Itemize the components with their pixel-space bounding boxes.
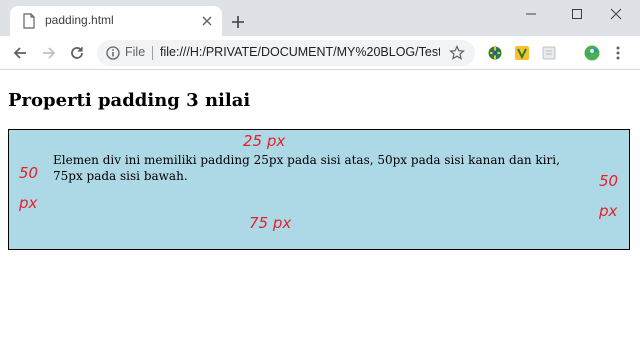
maximize-icon	[572, 9, 582, 19]
annotation-left-value: 50	[19, 164, 39, 182]
back-arrow-icon[interactable]	[12, 45, 28, 61]
new-tab-icon[interactable]	[230, 14, 246, 30]
close-window-button[interactable]	[594, 0, 640, 30]
annotation-bottom-padding: 75 px	[249, 214, 292, 232]
info-icon[interactable]	[106, 46, 120, 60]
close-tab-icon[interactable]	[200, 14, 214, 28]
browser-toolbar: File file:///H:/PRIVATE/DOCUMENT/MY%20BL…	[0, 36, 640, 70]
profile-avatar-icon[interactable]	[584, 45, 600, 61]
page-heading: Properti padding 3 nilai	[8, 90, 251, 111]
annotation-left-unit: px	[19, 194, 38, 212]
reload-icon[interactable]	[69, 45, 85, 61]
tab-strip: padding.html	[0, 0, 640, 36]
demo-box-text: Elemen div ini memiliki padding 25px pad…	[53, 153, 560, 183]
annotation-right-value: 50	[599, 172, 619, 190]
padding-demo-box: Elemen div ini memiliki padding 25px pad…	[8, 129, 630, 250]
scheme-label: File	[125, 45, 146, 59]
bookmark-star-icon[interactable]	[449, 45, 465, 61]
extension-green-icon[interactable]	[487, 45, 503, 61]
browser-tab[interactable]: padding.html	[10, 6, 222, 36]
minimize-button[interactable]	[509, 0, 555, 30]
address-bar[interactable]: File file:///H:/PRIVATE/DOCUMENT/MY%20BL…	[97, 40, 475, 66]
extension-v-icon[interactable]	[514, 45, 530, 61]
minimize-icon	[526, 13, 536, 15]
document-icon	[23, 13, 35, 29]
annotation-right-unit: px	[599, 202, 618, 220]
forward-arrow-icon[interactable]	[41, 45, 57, 61]
extension-page-icon[interactable]	[541, 45, 557, 61]
omnibox-separator	[152, 46, 153, 60]
close-icon	[610, 8, 622, 20]
url-text[interactable]: file:///H:/PRIVATE/DOCUMENT/MY%20BLOG/Te…	[160, 45, 440, 59]
tab-title: padding.html	[45, 13, 114, 27]
annotation-top-padding: 25 px	[243, 132, 286, 150]
menu-dots-icon[interactable]	[612, 45, 624, 61]
